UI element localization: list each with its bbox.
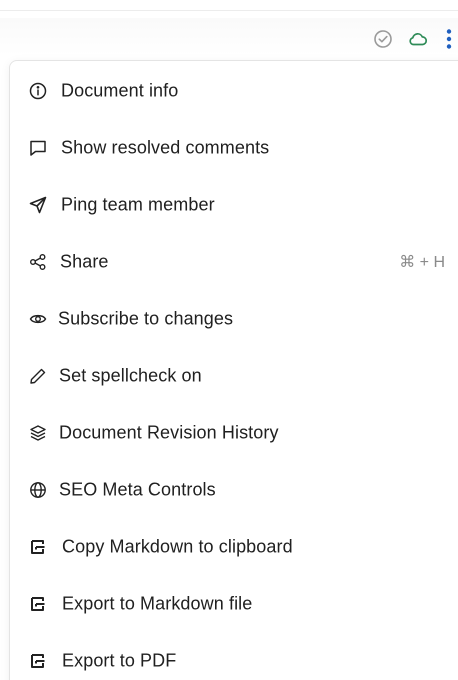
- menu-item-show-resolved-comments[interactable]: Show resolved comments: [10, 119, 458, 176]
- menu-item-label: Show resolved comments: [61, 137, 270, 157]
- eye-icon: [28, 309, 48, 329]
- menu-item-set-spellcheck-on[interactable]: Set spellcheck on: [10, 347, 458, 404]
- menu-item-label: Share: [60, 251, 109, 271]
- comment-icon: [28, 138, 48, 158]
- share-icon: [28, 252, 48, 272]
- globe-icon: [28, 480, 48, 500]
- menu-item-seo-meta-controls[interactable]: SEO Meta Controls: [10, 461, 458, 518]
- page: Document info Show resolved comments Pin…: [0, 0, 458, 680]
- more-options-menu: Document info Show resolved comments Pin…: [9, 60, 458, 680]
- menu-item-ping-team-member[interactable]: Ping team member: [10, 176, 458, 233]
- info-icon: [28, 81, 48, 101]
- export-icon: [28, 537, 48, 557]
- menu-item-label: Set spellcheck on: [59, 365, 202, 385]
- menu-item-label: Subscribe to changes: [58, 308, 234, 328]
- menu-item-label: Copy Markdown to clipboard: [62, 536, 293, 556]
- cloud-icon[interactable]: [407, 28, 429, 50]
- export-icon: [28, 594, 48, 614]
- top-divider: [0, 10, 458, 11]
- menu-item-label: Document Revision History: [59, 422, 279, 442]
- menu-item-export-to-pdf[interactable]: Export to PDF: [10, 632, 458, 680]
- menu-item-document-info[interactable]: Document info: [10, 62, 458, 119]
- menu-item-share[interactable]: Share ⌘ + H: [10, 233, 458, 290]
- more-vertical-icon[interactable]: [442, 28, 456, 50]
- menu-item-label: Export to Markdown file: [62, 593, 253, 613]
- menu-item-copy-markdown-to-clipboard[interactable]: Copy Markdown to clipboard: [10, 518, 458, 575]
- menu-item-label: Ping team member: [61, 194, 215, 214]
- check-circle-icon[interactable]: [372, 28, 394, 50]
- menu-item-subscribe-to-changes[interactable]: Subscribe to changes: [10, 290, 458, 347]
- menu-item-label: Export to PDF: [62, 650, 177, 670]
- send-icon: [28, 195, 48, 215]
- menu-item-export-to-markdown-file[interactable]: Export to Markdown file: [10, 575, 458, 632]
- menu-item-label: SEO Meta Controls: [59, 479, 216, 499]
- layers-icon: [28, 423, 48, 443]
- document-toolbar: [0, 18, 458, 56]
- menu-item-label: Document info: [61, 80, 179, 100]
- menu-item-document-revision-history[interactable]: Document Revision History: [10, 404, 458, 461]
- pencil-icon: [28, 366, 48, 386]
- export-icon: [28, 651, 48, 671]
- keyboard-shortcut: ⌘ + H: [399, 253, 445, 271]
